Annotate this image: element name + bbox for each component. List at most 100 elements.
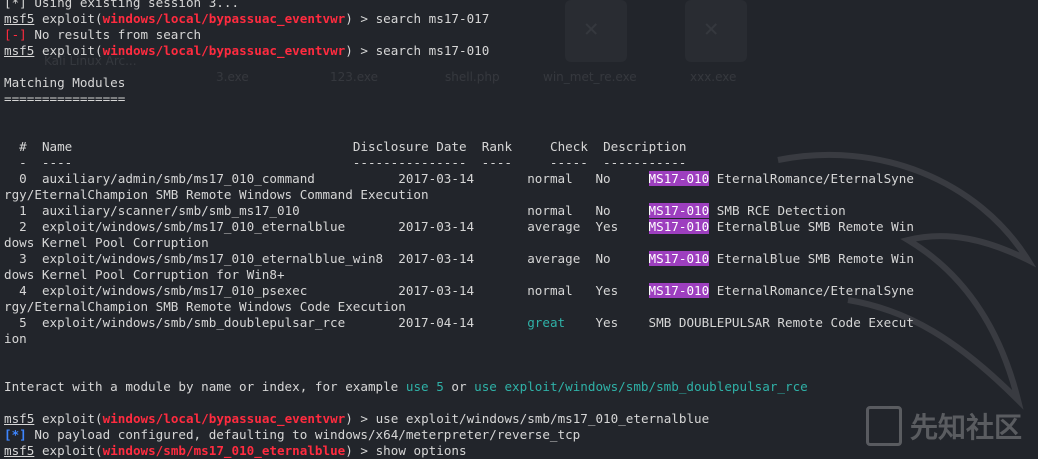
command-text: use exploit/windows/smb/ms17_010_eternal… <box>375 411 710 426</box>
table-header: # Name Disclosure Date Rank Check Descri… <box>4 139 1038 155</box>
info-message: No payload configured, defaulting to win… <box>26 427 581 442</box>
row-date <box>398 203 527 218</box>
command-text: show options <box>375 443 467 458</box>
use-module-hint: use exploit/windows/smb/smb_doublepulsar… <box>474 379 808 394</box>
row-date: 2017-03-14 <box>398 251 528 266</box>
row-description: EternalBlue SMB Remote Win <box>709 219 914 234</box>
table-header-rule: - ---- --------------- ---- ----- ------… <box>4 155 687 170</box>
section-rule: ================ <box>4 91 126 106</box>
table-row-wrap: rgy/EternalChampion SMB Remote Windows C… <box>4 187 429 202</box>
row-description: EternalBlue SMB Remote Win <box>709 251 914 266</box>
prompt-msf: msf5 <box>4 443 35 458</box>
row-module-name: auxiliary/admin/smb/ms17_010_command <box>41 171 399 186</box>
row-index: 4 <box>19 283 27 298</box>
row-rank: normal <box>527 283 596 298</box>
row-check: Yes <box>595 219 649 234</box>
prompt-module: windows/local/bypassuac_eventvwr <box>102 43 346 58</box>
prompt-arrow: > <box>352 411 376 426</box>
interact-line: Interact with a module by name or index,… <box>4 379 1038 395</box>
row-rank: normal <box>527 203 596 218</box>
row-rank: great <box>527 315 596 330</box>
row-tag-highlight: MS17-010 <box>648 251 710 266</box>
prompt-module: windows/local/bypassuac_eventvwr <box>102 411 346 426</box>
row-description: EternalRomance/EternalSyne <box>709 283 914 298</box>
prompt-exploit: exploit( <box>41 11 103 26</box>
row-tag-highlight: MS17-010 <box>648 171 710 186</box>
module-table: 0 auxiliary/admin/smb/ms17_010_command 2… <box>4 171 1038 347</box>
table-row: 2 exploit/windows/smb/ms17_010_eternalbl… <box>4 219 1038 235</box>
prompt-paren: ) <box>345 11 353 26</box>
row-date: 2017-03-14 <box>398 219 528 234</box>
table-row: 4 exploit/windows/smb/ms17_010_psexec 20… <box>4 283 1038 299</box>
col-desc-header: Description <box>603 139 687 154</box>
prompt-paren: ) <box>345 411 353 426</box>
col-check-header: Check <box>550 139 588 154</box>
interact-or: or <box>443 379 475 394</box>
table-row-wrap: ion <box>4 331 27 346</box>
terminal[interactable]: [*] Using existing session 3... msf5 exp… <box>4 0 1038 459</box>
row-tag-highlight: MS17-010 <box>648 203 710 218</box>
row-date: 2017-04-14 <box>398 315 528 330</box>
use-index-hint: use 5 <box>405 379 444 394</box>
row-tag-highlight: MS17-010 <box>648 283 710 298</box>
prompt-line[interactable]: msf5 exploit(windows/smb/ms17_010_eterna… <box>4 443 1038 459</box>
prompt-msf: msf5 <box>4 411 35 426</box>
col-rank-header: Rank <box>481 139 513 154</box>
row-module-name: exploit/windows/smb/smb_doublepulsar_rce <box>41 315 399 330</box>
error-line: [-] No results from search <box>4 27 1038 43</box>
row-date: 2017-03-14 <box>398 283 528 298</box>
table-row: 3 exploit/windows/smb/ms17_010_eternalbl… <box>4 251 1038 267</box>
row-module-name: exploit/windows/smb/ms17_010_psexec <box>41 283 399 298</box>
command-text: search ms17-017 <box>375 11 490 26</box>
prompt-arrow: > <box>352 43 376 58</box>
prompt-msf: msf5 <box>4 43 35 58</box>
row-date: 2017-03-14 <box>398 171 528 186</box>
row-index: 0 <box>19 171 27 186</box>
row-description: SMB RCE Detection <box>709 203 846 218</box>
col-num-header: # <box>19 139 27 154</box>
prompt-line: msf5 exploit(windows/local/bypassuac_eve… <box>4 43 1038 59</box>
row-check: Yes <box>595 283 649 298</box>
error-tag: [-] <box>4 27 27 42</box>
row-index: 1 <box>19 203 27 218</box>
terminal-line: [*] Using existing session 3... <box>4 0 1038 11</box>
table-row: 5 exploit/windows/smb/smb_doublepulsar_r… <box>4 315 1038 331</box>
prompt-line: msf5 exploit(windows/local/bypassuac_eve… <box>4 411 1038 427</box>
interact-text: Interact with a module by name or index,… <box>4 379 406 394</box>
row-module-name: exploit/windows/smb/ms17_010_eternalblue… <box>41 251 399 266</box>
row-rank: average <box>527 219 596 234</box>
table-row-wrap: rgy/EternalChampion SMB Remote Windows C… <box>4 299 406 314</box>
row-module-name: auxiliary/scanner/smb/smb_ms17_010 <box>41 203 399 218</box>
prompt-module: windows/local/bypassuac_eventvwr <box>102 11 346 26</box>
row-index: 3 <box>19 251 27 266</box>
row-index: 5 <box>19 315 27 330</box>
prompt-paren: ) <box>345 43 353 58</box>
row-description: SMB DOUBLEPULSAR Remote Code Execut <box>648 315 914 330</box>
table-row-wrap: dows Kernel Pool Corruption <box>4 235 209 250</box>
row-check: Yes <box>595 315 649 330</box>
prompt-arrow: > <box>352 11 376 26</box>
prompt-exploit: exploit( <box>41 443 103 458</box>
prompt-exploit: exploit( <box>41 43 103 58</box>
section-title: Matching Modules <box>4 75 126 90</box>
row-check: No <box>595 171 649 186</box>
row-tag-highlight: MS17-010 <box>648 219 710 234</box>
info-line: [*] No payload configured, defaulting to… <box>4 427 1038 443</box>
col-date-header: Disclosure Date <box>352 139 467 154</box>
prompt-msf: msf5 <box>4 11 35 26</box>
row-rank: average <box>527 251 596 266</box>
row-index: 2 <box>19 219 27 234</box>
table-row-wrap: dows Kernel Pool Corruption for Win8+ <box>4 267 285 282</box>
col-name-header: Name <box>41 139 73 154</box>
command-text: search ms17-010 <box>375 43 490 58</box>
row-rank: normal <box>527 171 596 186</box>
output-text: [*] Using existing session 3... <box>4 0 240 10</box>
row-description: EternalRomance/EternalSyne <box>709 171 914 186</box>
prompt-arrow: > <box>352 443 376 458</box>
